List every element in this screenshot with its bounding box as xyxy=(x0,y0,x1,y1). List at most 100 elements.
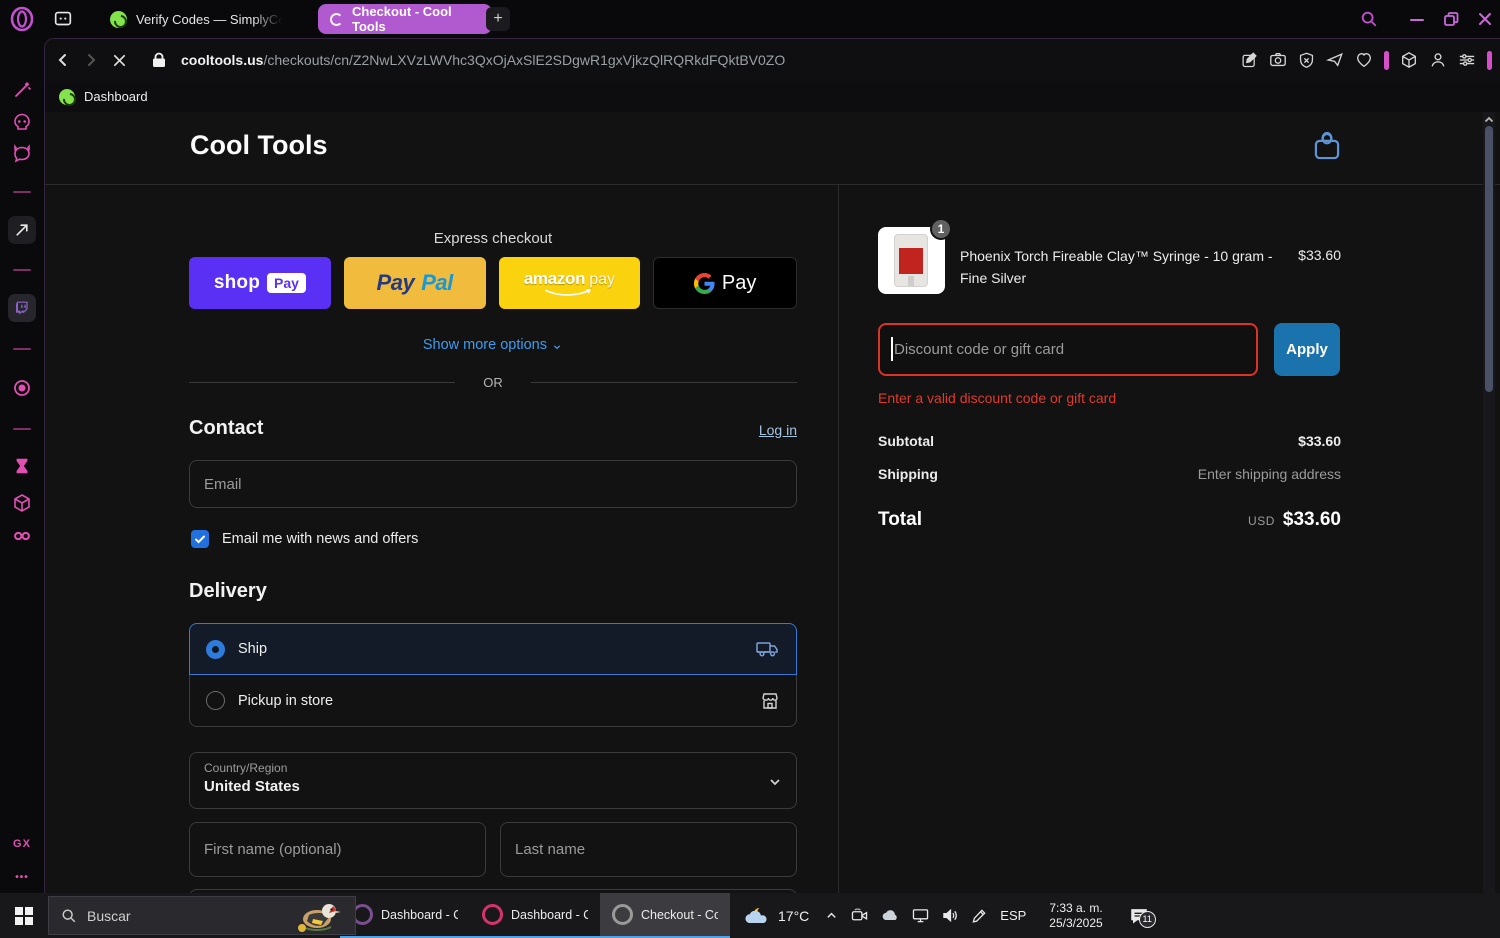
stop-loading-button[interactable] xyxy=(105,46,133,74)
email-field[interactable] xyxy=(189,460,797,508)
apply-discount-button[interactable]: Apply xyxy=(1274,323,1340,376)
show-more-options-link[interactable]: Show more options ⌄ xyxy=(189,337,797,353)
chat-character-icon[interactable] xyxy=(12,144,32,164)
delivery-option-pickup[interactable]: Pickup in store xyxy=(189,675,797,727)
gx-corner-icon[interactable] xyxy=(52,8,74,30)
lock-icon[interactable] xyxy=(145,46,173,74)
url-text[interactable]: cooltools.us/checkouts/cn/Z2NwLXVzLWVhc3… xyxy=(181,52,785,68)
truck-icon xyxy=(756,642,778,657)
opera-gx-logo-icon[interactable] xyxy=(9,6,35,32)
sidebar-toggle-indicator[interactable] xyxy=(1487,50,1492,70)
new-tab-button[interactable]: + xyxy=(486,7,510,31)
pinned-extension-indicator[interactable] xyxy=(1384,50,1389,70)
back-button[interactable] xyxy=(49,46,77,74)
total-value: $33.60 xyxy=(1282,509,1341,530)
discount-code-field[interactable] xyxy=(878,323,1258,376)
weather-widget[interactable]: 17°C xyxy=(744,906,809,926)
delivery-option-ship[interactable]: Ship xyxy=(189,623,797,675)
cart-bag-icon[interactable] xyxy=(1312,131,1342,163)
search-icon xyxy=(62,909,76,922)
shipping-row: Shipping Enter shipping address xyxy=(878,466,1341,482)
profile-icon[interactable] xyxy=(1429,51,1447,69)
amazon-pay-button[interactable]: amazon pay xyxy=(498,257,641,309)
store-name[interactable]: Cool Tools xyxy=(190,130,327,161)
window-title: Dashboard - O... xyxy=(381,907,458,922)
send-to-device-icon[interactable] xyxy=(1326,51,1344,69)
shop-pay-button[interactable]: shop Pay xyxy=(189,257,331,309)
scroll-up-arrow[interactable] xyxy=(1483,114,1495,126)
page-scrollbar[interactable] xyxy=(1483,112,1495,893)
twitch-icon[interactable] xyxy=(8,294,36,322)
currency-code: USD xyxy=(1248,514,1275,528)
address-bar: cooltools.us/checkouts/cn/Z2NwLXVzLWVhc3… xyxy=(45,39,1500,81)
cube-icon[interactable] xyxy=(12,493,32,513)
hourglass-icon[interactable] xyxy=(12,456,32,476)
or-divider: OR xyxy=(189,375,797,390)
show-more-label: Show more options xyxy=(422,337,547,353)
taskbar-window-dashboard-1[interactable]: Dashboard - O... xyxy=(340,893,470,938)
window-close-button[interactable] xyxy=(1472,6,1498,32)
skull-icon[interactable] xyxy=(12,112,32,132)
gx-label[interactable]: GX xyxy=(0,838,44,850)
shop-wordmark: shop xyxy=(213,272,260,293)
order-summary: 1 Phoenix Torch Fireable Clay™ Syringe -… xyxy=(878,185,1341,893)
wand-icon[interactable] xyxy=(12,80,32,100)
sidebar-more-button[interactable]: ••• xyxy=(0,872,44,883)
store-icon xyxy=(762,692,778,709)
gpay-wordmark: Pay xyxy=(721,271,757,294)
paypal-wordmark-pay: Pay xyxy=(376,270,415,295)
product-price: $33.60 xyxy=(1298,247,1341,263)
forward-button[interactable] xyxy=(77,46,105,74)
google-pay-button[interactable]: Pay xyxy=(653,257,797,309)
browser-search-icon[interactable] xyxy=(1356,6,1382,32)
taskbar-window-dashboard-2[interactable]: Dashboard - O... xyxy=(470,893,600,938)
total-row: Total USD $33.60 xyxy=(878,509,1341,531)
weather-night-cloud-icon xyxy=(745,906,767,923)
window-minimize-button[interactable] xyxy=(1404,6,1430,32)
favorites-heart-icon[interactable] xyxy=(1355,51,1373,69)
tab-checkout-active[interactable]: Checkout - Cool Tools xyxy=(318,4,492,34)
shield-block-icon[interactable] xyxy=(1298,52,1315,69)
sidebar-divider xyxy=(13,348,31,350)
start-button[interactable] xyxy=(0,893,48,938)
taskbar-search[interactable]: Buscar xyxy=(48,896,356,935)
gx-pinboards-button[interactable] xyxy=(8,216,36,244)
amazon-pay-word: pay xyxy=(589,271,616,288)
window-restore-button[interactable] xyxy=(1438,6,1464,32)
volume-icon[interactable] xyxy=(942,908,959,923)
pen-icon[interactable] xyxy=(972,908,987,923)
taskbar-window-checkout[interactable]: Checkout - Co... xyxy=(600,893,730,938)
window-title: Dashboard - O... xyxy=(511,907,588,922)
last-name-field[interactable] xyxy=(500,822,797,877)
loading-spinner-icon xyxy=(330,12,343,26)
login-link[interactable]: Log in xyxy=(759,422,797,438)
language-indicator[interactable]: ESP xyxy=(1000,908,1026,923)
snapshot-camera-icon[interactable] xyxy=(1269,51,1287,69)
onedrive-icon[interactable] xyxy=(881,909,899,922)
search-highlight-bird-image xyxy=(298,904,341,932)
amazon-wordmark: amazon xyxy=(523,269,586,288)
meet-now-icon[interactable] xyxy=(851,908,868,923)
tab-verify-codes[interactable]: Verify Codes — SimplyCo xyxy=(98,4,294,34)
sidebar-divider xyxy=(13,428,31,430)
tray-expand-icon[interactable] xyxy=(825,909,838,922)
network-display-icon[interactable] xyxy=(912,908,929,923)
bookmark-dashboard[interactable]: Dashboard xyxy=(84,89,148,104)
url-path: /checkouts/cn/Z2NwLXVzLWVhc3QxOjAxSlE2SD… xyxy=(263,52,786,68)
notification-center-icon[interactable]: 11 xyxy=(1130,908,1156,928)
delivery-heading: Delivery xyxy=(189,580,267,602)
system-tray: ESP 7:33 a. m. 25/3/2025 11 xyxy=(825,901,1156,931)
shop-pay-chip: Pay xyxy=(267,273,306,293)
infinity-icon[interactable] xyxy=(12,526,32,546)
newsletter-checkbox[interactable] xyxy=(191,530,209,548)
first-name-field[interactable] xyxy=(189,822,486,877)
paypal-button[interactable]: Pay Pal xyxy=(343,257,486,309)
target-icon[interactable] xyxy=(12,378,32,398)
settings-sliders-icon[interactable] xyxy=(1458,51,1476,69)
address-bar-actions xyxy=(1241,39,1492,81)
country-select[interactable]: Country/Region United States xyxy=(189,752,797,809)
taskbar-clock[interactable]: 7:33 a. m. 25/3/2025 xyxy=(1049,901,1102,931)
edit-page-icon[interactable] xyxy=(1241,51,1258,69)
extensions-cube-icon[interactable] xyxy=(1400,51,1418,69)
scrollbar-thumb[interactable] xyxy=(1485,126,1493,392)
